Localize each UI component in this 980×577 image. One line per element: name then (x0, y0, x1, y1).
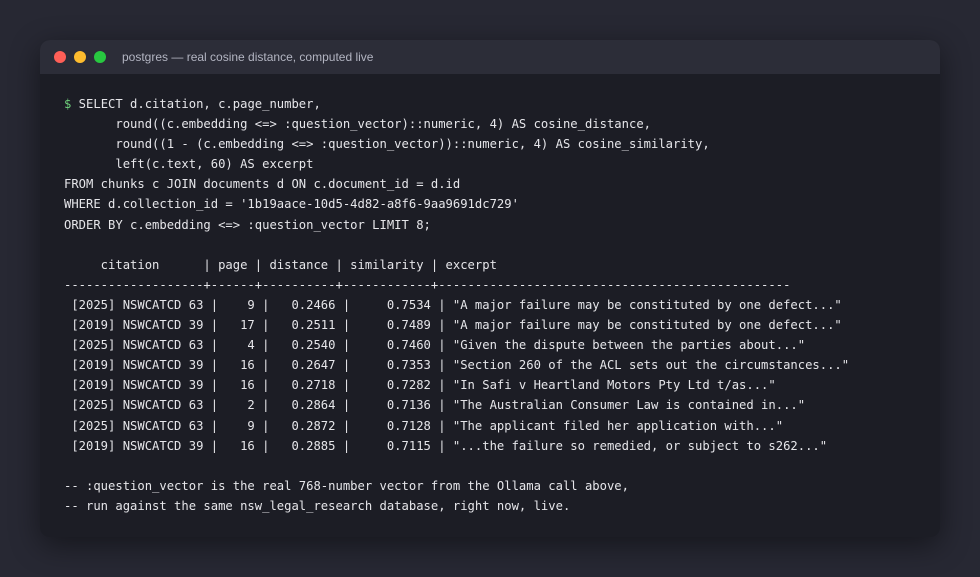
table-row: [2019] NSWCATCD 39 | 16 | 0.2647 | 0.735… (64, 358, 850, 373)
query-line: ORDER BY c.embedding <=> :question_vecto… (64, 217, 431, 232)
query-line: FROM chunks c JOIN documents d ON c.docu… (64, 177, 461, 192)
query-line: round((1 - (c.embedding <=> :question_ve… (64, 137, 710, 152)
table-row: [2019] NSWCATCD 39 | 17 | 0.2511 | 0.748… (64, 318, 842, 333)
table-row: [2025] NSWCATCD 63 | 9 | 0.2466 | 0.7534… (64, 297, 842, 312)
comment-line: -- run against the same nsw_legal_resear… (64, 498, 571, 513)
table-row: [2019] NSWCATCD 39 | 16 | 0.2718 | 0.728… (64, 378, 776, 393)
table-row: [2025] NSWCATCD 63 | 4 | 0.2540 | 0.7460… (64, 338, 806, 353)
title-bar: postgres — real cosine distance, compute… (40, 40, 940, 74)
window-title: postgres — real cosine distance, compute… (122, 50, 374, 64)
table-row: [2025] NSWCATCD 63 | 2 | 0.2864 | 0.7136… (64, 398, 806, 413)
comment-line: -- :question_vector is the real 768-numb… (64, 478, 629, 493)
terminal-window: postgres — real cosine distance, compute… (40, 40, 940, 537)
table-header: citation | page | distance | similarity … (64, 257, 497, 272)
terminal-output[interactable]: $ SELECT d.citation, c.page_number, roun… (64, 94, 930, 516)
query-line: $ SELECT d.citation, c.page_number, (64, 97, 321, 111)
table-row: [2025] NSWCATCD 63 | 9 | 0.2872 | 0.7128… (64, 418, 784, 433)
query-line: WHERE d.collection_id = '1b19aace-10d5-4… (64, 197, 519, 212)
table-separator: -------------------+------+----------+--… (64, 277, 791, 292)
minimize-button[interactable] (74, 51, 86, 63)
table-row: [2019] NSWCATCD 39 | 16 | 0.2885 | 0.711… (64, 438, 828, 453)
maximize-button[interactable] (94, 51, 106, 63)
query-line: round((c.embedding <=> :question_vector)… (64, 117, 651, 132)
query-line: left(c.text, 60) AS excerpt (64, 157, 314, 172)
close-button[interactable] (54, 51, 66, 63)
